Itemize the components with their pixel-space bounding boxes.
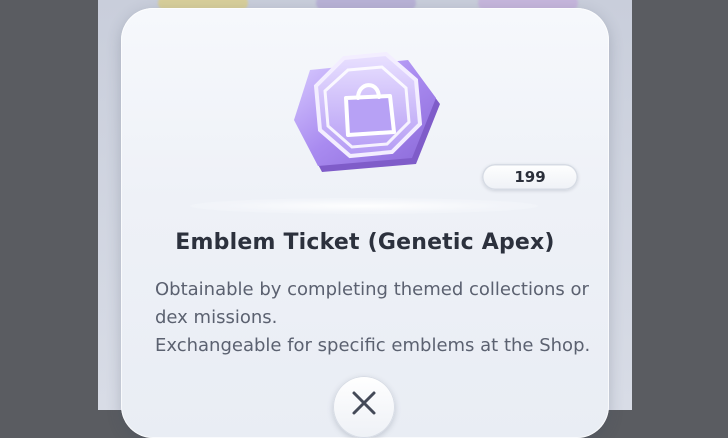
close-button[interactable] <box>333 376 395 438</box>
item-title: Emblem Ticket (Genetic Apex) <box>175 230 555 255</box>
item-count-badge: 199 <box>482 164 578 190</box>
emblem-ticket-icon <box>294 51 440 172</box>
item-description: Obtainable by completing themed collecti… <box>155 276 595 360</box>
item-pedestal <box>190 198 538 214</box>
close-icon <box>352 391 376 415</box>
description-line: Exchangeable for specific emblems at the… <box>155 335 591 356</box>
description-line: Obtainable by completing themed collecti… <box>155 279 589 300</box>
description-line: dex missions. <box>155 307 278 328</box>
